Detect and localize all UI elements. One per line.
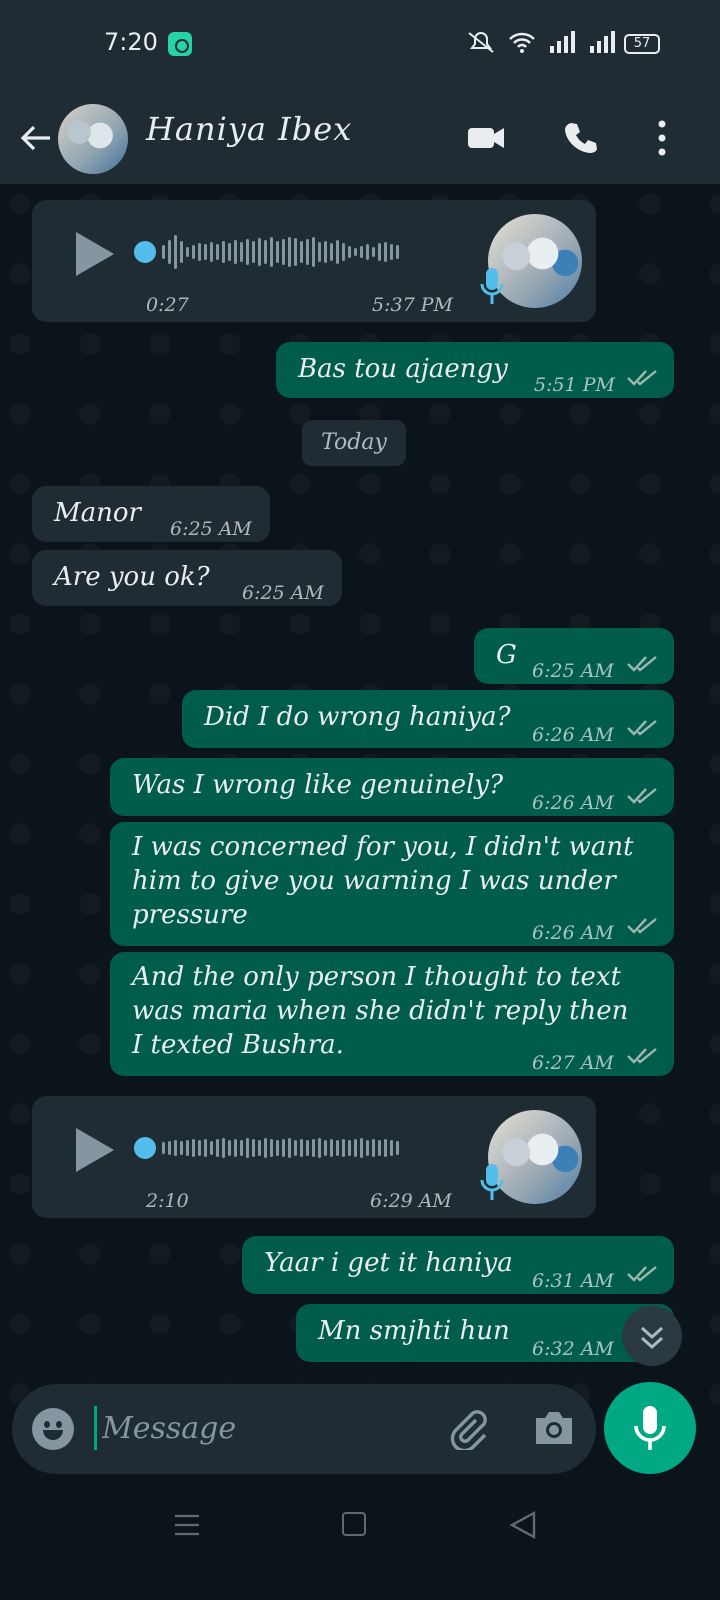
system-nav-bar (0, 1484, 720, 1600)
message-time: 6:29 AM (370, 1190, 452, 1212)
signal-icon (590, 31, 615, 53)
text-cursor (94, 1406, 97, 1450)
voice-waveform[interactable] (162, 232, 452, 272)
attach-icon[interactable] (446, 1406, 490, 1450)
incoming-message[interactable]: Manor 6:25 AM (32, 486, 270, 542)
incoming-message[interactable]: Are you ok? 6:25 AM (32, 550, 342, 606)
message-time: 6:25 AM (170, 518, 252, 540)
back-icon[interactable] (508, 1510, 538, 1540)
recent-apps-icon[interactable] (174, 1514, 200, 1536)
scroll-down-icon (640, 1326, 664, 1350)
read-ticks-icon (627, 1266, 657, 1282)
voice-record-button[interactable] (604, 1382, 696, 1474)
date-divider: Today (302, 420, 406, 466)
message-time: 6:26 AM (532, 724, 614, 746)
back-arrow-icon[interactable] (18, 120, 54, 156)
message-time: 5:37 PM (372, 294, 453, 316)
app-notification-icon (168, 32, 192, 56)
outgoing-message[interactable]: I was concerned for you, I didn't want h… (110, 822, 674, 946)
outgoing-message[interactable]: Did I do wrong haniya? 6:26 AM (182, 690, 674, 748)
message-time: 6:31 AM (532, 1270, 614, 1292)
message-time: 6:25 AM (242, 582, 324, 604)
status-bar: 7:20 57 (0, 0, 720, 92)
message-text: G (496, 640, 517, 670)
play-icon[interactable] (72, 1126, 116, 1174)
camera-icon[interactable] (532, 1406, 576, 1450)
voice-message: 0:27 5:37 PM (32, 200, 596, 322)
outgoing-message[interactable]: Mn smjhti hun 6:32 AM (296, 1304, 674, 1362)
home-icon[interactable] (342, 1512, 366, 1536)
signal-icon (550, 31, 575, 53)
message-time: 6:26 AM (532, 922, 614, 944)
voice-call-icon[interactable] (562, 120, 602, 156)
message-text: Are you ok? (54, 562, 210, 592)
microphone-icon (480, 1164, 504, 1200)
more-options-icon[interactable] (642, 120, 682, 156)
voice-duration: 2:10 (146, 1190, 189, 1212)
video-call-icon[interactable] (466, 120, 506, 156)
voice-waveform[interactable] (162, 1128, 452, 1168)
contact-avatar[interactable] (58, 104, 128, 174)
message-time: 6:27 AM (532, 1052, 614, 1074)
outgoing-message[interactable]: G 6:25 AM (474, 628, 674, 684)
microphone-icon (634, 1406, 666, 1450)
message-composer (12, 1384, 596, 1474)
outgoing-message[interactable]: And the only person I thought to text wa… (110, 952, 674, 1076)
mute-icon (468, 32, 494, 53)
message-text: Mn smjhti hun (318, 1316, 510, 1346)
outgoing-message[interactable]: Was I wrong like genuinely? 6:26 AM (110, 758, 674, 816)
message-time: 6:25 AM (532, 660, 614, 682)
message-line: I was concerned for you, I didn't want (132, 832, 634, 862)
read-ticks-icon (627, 918, 657, 934)
play-icon[interactable] (72, 230, 116, 278)
message-time: 5:51 PM (534, 374, 615, 396)
voice-duration: 0:27 (146, 294, 189, 316)
message-text: Did I do wrong haniya? (204, 702, 511, 732)
read-ticks-icon (627, 370, 657, 386)
voice-progress-dot[interactable] (134, 241, 156, 263)
emoji-icon[interactable] (32, 1408, 74, 1450)
contact-name[interactable]: Haniya Ibex (146, 110, 352, 148)
chat-header: Haniya Ibex (0, 92, 720, 184)
message-time: 6:32 AM (532, 1338, 614, 1360)
read-ticks-icon (627, 1048, 657, 1064)
microphone-icon (480, 268, 504, 304)
chat-area[interactable]: 0:27 5:37 PM Bas tou ajaengy 5:51 PM Tod… (0, 184, 720, 1414)
wifi-icon (509, 32, 535, 53)
outgoing-message[interactable]: Yaar i get it haniya 6:31 AM (242, 1236, 674, 1294)
message-line: was maria when she didn't reply then (132, 996, 629, 1026)
read-ticks-icon (627, 720, 657, 736)
message-text: Manor (54, 498, 141, 528)
message-text: Bas tou ajaengy (298, 354, 508, 384)
message-line: And the only person I thought to text (132, 962, 621, 992)
message-input[interactable] (102, 1402, 432, 1454)
status-icons (466, 30, 616, 54)
outgoing-message[interactable]: Bas tou ajaengy 5:51 PM (276, 342, 674, 398)
voice-message: 2:10 6:29 AM (32, 1096, 596, 1218)
voice-progress-dot[interactable] (134, 1137, 156, 1159)
message-line: him to give you warning I was under (132, 866, 616, 896)
battery-indicator: 57 (624, 34, 660, 54)
status-time: 7:20 (104, 28, 158, 56)
message-time: 6:26 AM (532, 792, 614, 814)
read-ticks-icon (627, 788, 657, 804)
message-text: Was I wrong like genuinely? (132, 770, 504, 800)
read-ticks-icon (627, 656, 657, 672)
scroll-down-button[interactable] (622, 1306, 682, 1366)
message-text: Yaar i get it haniya (264, 1248, 513, 1278)
